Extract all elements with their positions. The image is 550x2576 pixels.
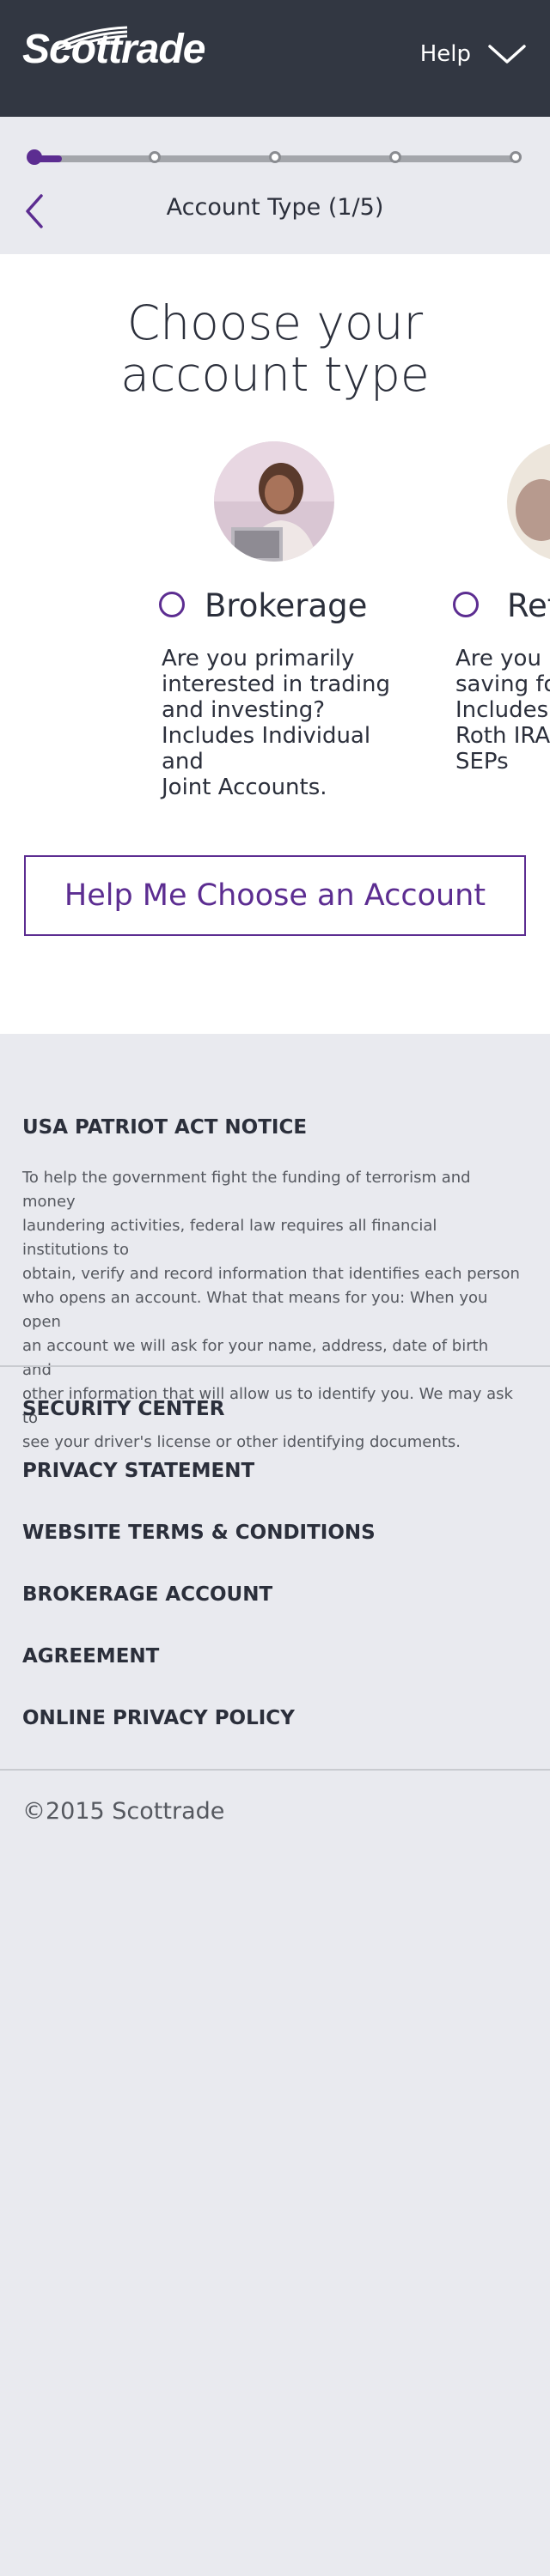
desc-line: Includes	[455, 697, 549, 723]
radio-unchecked-icon[interactable]	[159, 592, 185, 617]
desc-line: Are you p	[455, 646, 550, 671]
privacy-statement-link[interactable]: PRIVACY STATEMENT	[22, 1460, 254, 1482]
patriot-act-title: USA PATRIOT ACT NOTICE	[22, 1116, 308, 1139]
notice-line: an account we will ask for your name, ad…	[22, 1337, 489, 1379]
progress-step-dot	[149, 151, 161, 163]
radio-unchecked-icon[interactable]	[453, 592, 479, 617]
progress-step-dot	[389, 151, 401, 163]
desc-line: Joint Accounts.	[162, 775, 327, 800]
progress-step-dot	[269, 151, 281, 163]
brokerage-account-link[interactable]: BROKERAGE ACCOUNT	[22, 1583, 272, 1606]
notice-line: To help the government fight the funding…	[22, 1169, 471, 1211]
page-title-line-1: Choose your	[126, 295, 424, 350]
help-menu-button[interactable]: Help	[420, 41, 526, 67]
desc-line: Includes Individual and	[162, 723, 371, 775]
progress-step-dot	[27, 149, 42, 165]
desc-line: and investing?	[162, 697, 326, 723]
copyright-text: ©2015 Scottrade	[22, 1798, 225, 1825]
chevron-down-icon	[488, 45, 526, 64]
step-title: Account Type (1/5)	[166, 194, 384, 221]
main-content: Choose your account type Brokerage Are y…	[0, 254, 550, 1034]
top-header: Scottrade Help	[0, 0, 550, 117]
logo-swoosh-icon	[52, 26, 128, 50]
desc-line: SEPs	[455, 749, 509, 775]
page-title-line-2: account type	[120, 347, 430, 402]
retirement-label: Ret	[507, 587, 550, 624]
terms-conditions-link[interactable]: WEBSITE TERMS & CONDITIONS	[22, 1522, 376, 1544]
security-center-link[interactable]: SECURITY CENTER	[22, 1398, 224, 1420]
desc-line: Roth IRAs	[455, 723, 550, 749]
help-label: Help	[419, 41, 471, 67]
desc-line: interested in trading	[162, 671, 391, 697]
progress-section: Account Type (1/5)	[0, 117, 550, 254]
desc-line: saving fo	[455, 671, 550, 697]
desc-line: Are you primarily	[162, 646, 355, 671]
agreement-link[interactable]: AGREEMENT	[22, 1645, 159, 1668]
notice-line: obtain, verify and record information th…	[22, 1265, 520, 1283]
help-me-choose-button[interactable]: Help Me Choose an Account	[24, 855, 526, 936]
page-title: Choose your account type	[0, 297, 550, 400]
notice-line: who opens an account. What that means fo…	[22, 1289, 488, 1331]
brokerage-description: Are you primarily interested in trading …	[162, 646, 419, 800]
footer-divider	[0, 1365, 550, 1367]
footer-divider	[0, 1769, 550, 1771]
retirement-description: Are you p saving fo Includes Roth IRAs S…	[455, 646, 550, 775]
retirement-avatar-image	[507, 441, 550, 562]
brokerage-avatar-image	[214, 441, 334, 562]
notice-line: laundering activities, federal law requi…	[22, 1217, 437, 1259]
online-privacy-policy-link[interactable]: ONLINE PRIVACY POLICY	[22, 1707, 295, 1729]
notice-line: see your driver's license or other ident…	[22, 1433, 461, 1451]
brokerage-label: Brokerage	[205, 587, 368, 624]
progress-step-dot	[510, 151, 522, 163]
